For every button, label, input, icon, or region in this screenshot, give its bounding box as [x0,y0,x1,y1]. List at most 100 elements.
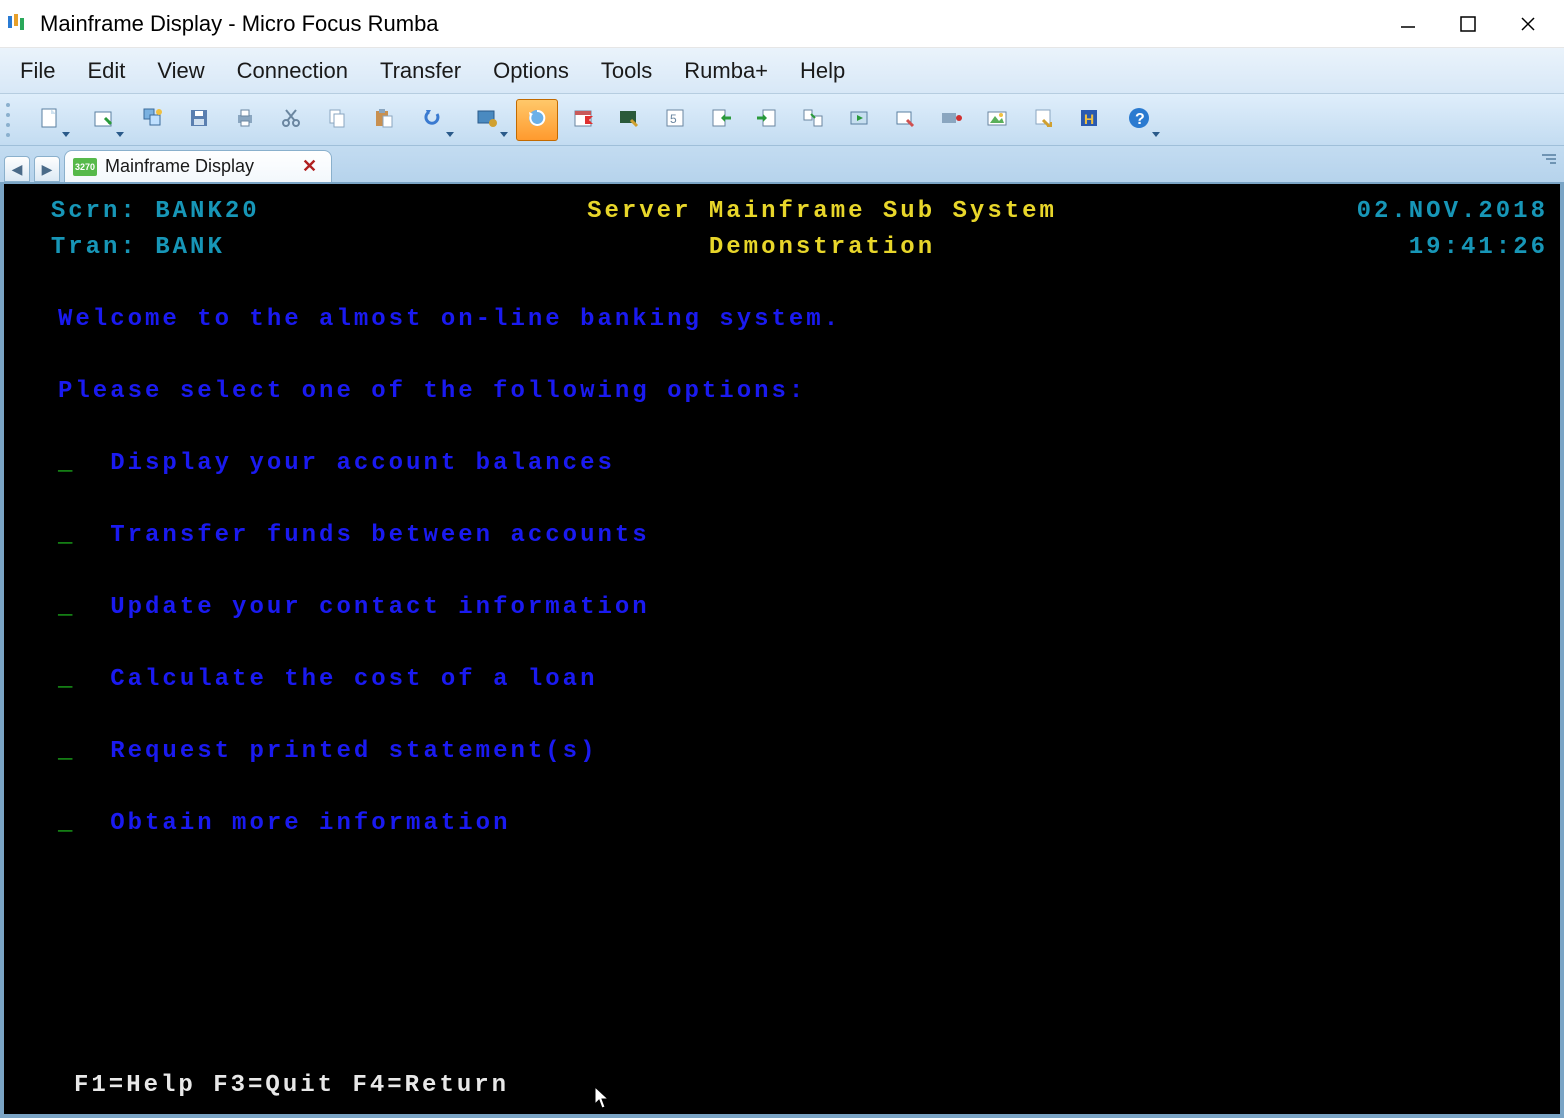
screen-settings-button[interactable] [462,99,512,141]
record-button[interactable] [930,99,972,141]
print-icon [233,106,257,133]
copy-button[interactable] [316,99,358,141]
menu-tools[interactable]: Tools [587,52,666,90]
window-arrange-icon [141,106,165,133]
undo-icon [421,106,445,133]
option-input-field[interactable]: _ [58,590,75,626]
paste-button[interactable] [362,99,404,141]
welcome-text: Welcome to the almost on-line banking sy… [16,302,1548,338]
minimize-button[interactable] [1378,0,1438,48]
keypad-button[interactable]: 5 [654,99,696,141]
menu-option: _ Obtain more information [58,806,1548,842]
svg-text:?: ? [1135,111,1145,128]
option-label: Request printed statement(s) [110,734,597,770]
cleanup-icon [1031,106,1055,133]
refresh-button[interactable] [516,99,558,141]
paste-icon [371,106,395,133]
function-keys: F1=Help F3=Quit F4=Return [74,1068,509,1104]
export-button[interactable] [746,99,788,141]
option-label: Display your account balances [110,446,615,482]
photo-icon [985,106,1009,133]
menu-edit[interactable]: Edit [73,52,139,90]
menu-view[interactable]: View [143,52,218,90]
window-title: Mainframe Display - Micro Focus Rumba [40,11,439,37]
tab-strip: ◀ ▶ 3270 Mainframe Display ✕ [0,146,1564,182]
toolbar: 5 H? [0,94,1564,146]
menubar: File Edit View Connection Transfer Optio… [0,48,1564,94]
cut-icon [279,106,303,133]
dropdown-arrow-icon [500,132,508,137]
open-recent-button[interactable] [78,99,128,141]
menu-options[interactable]: Options [479,52,583,90]
display-edit-button[interactable] [608,99,650,141]
option-input-field[interactable]: _ [58,806,75,842]
transfer-queue-icon [801,106,825,133]
calendar-flag-button[interactable] [562,99,604,141]
history-button[interactable]: H [1068,99,1110,141]
save-button[interactable] [178,99,220,141]
terminal-screen[interactable]: Scrn: BANK20 Server Mainframe Sub System… [4,184,1560,1114]
keypad-icon: 5 [663,106,687,133]
header-subtitle: Demonstration [396,230,1248,266]
tab-overflow-icon[interactable] [1540,154,1556,170]
toolbar-grip[interactable] [6,100,16,140]
display-edit-icon [617,106,641,133]
window-arrange-button[interactable] [132,99,174,141]
menu-option: _ Request printed statement(s) [58,734,1548,770]
option-input-field[interactable]: _ [58,446,75,482]
macro-play-icon [847,106,871,133]
option-label: Obtain more information [110,806,510,842]
history-icon: H [1077,106,1101,133]
option-input-field[interactable]: _ [58,662,75,698]
record-icon [939,106,963,133]
transfer-queue-button[interactable] [792,99,834,141]
copy-icon [325,106,349,133]
menu-option: _ Transfer funds between accounts [58,518,1548,554]
calendar-flag-icon [571,106,595,133]
menu-file[interactable]: File [6,52,69,90]
header-title: Server Mainframe Sub System [396,194,1248,230]
cut-button[interactable] [270,99,312,141]
option-label: Transfer funds between accounts [110,518,649,554]
menu-option: _ Calculate the cost of a loan [58,662,1548,698]
mouse-cursor-icon [594,1086,610,1110]
menu-connection[interactable]: Connection [223,52,362,90]
close-button[interactable] [1498,0,1558,48]
dropdown-arrow-icon [62,132,70,137]
screen-settings-icon [475,106,499,133]
tran-value: BANK [155,234,225,261]
tran-label: Tran: [51,234,138,261]
tab-prev-button[interactable]: ◀ [4,156,30,182]
refresh-icon [525,106,549,133]
help-icon: ? [1127,106,1151,133]
dropdown-arrow-icon [1152,132,1160,137]
print-button[interactable] [224,99,266,141]
menu-option: _ Display your account balances [58,446,1548,482]
header-date: 02.NOV.2018 [1248,194,1548,230]
terminal-frame: Scrn: BANK20 Server Mainframe Sub System… [0,182,1564,1118]
save-icon [187,106,211,133]
scrn-value: BANK20 [155,198,259,225]
photo-button[interactable] [976,99,1018,141]
window-titlebar: Mainframe Display - Micro Focus Rumba [0,0,1564,48]
session-tab[interactable]: 3270 Mainframe Display ✕ [64,150,332,182]
cleanup-button[interactable] [1022,99,1064,141]
menu-rumba-plus[interactable]: Rumba+ [670,52,782,90]
menu-option: _ Update your contact information [58,590,1548,626]
open-recent-icon [91,106,115,133]
dropdown-arrow-icon [446,132,454,137]
option-input-field[interactable]: _ [58,518,75,554]
tab-close-icon[interactable]: ✕ [302,156,317,177]
macro-play-button[interactable] [838,99,880,141]
maximize-button[interactable] [1438,0,1498,48]
macro-edit-button[interactable] [884,99,926,141]
menu-transfer[interactable]: Transfer [366,52,475,90]
menu-help[interactable]: Help [786,52,859,90]
tab-next-button[interactable]: ▶ [34,156,60,182]
undo-button[interactable] [408,99,458,141]
prompt-text: Please select one of the following optio… [16,374,1548,410]
new-document-button[interactable] [24,99,74,141]
help-button[interactable]: ? [1114,99,1164,141]
import-button[interactable] [700,99,742,141]
option-input-field[interactable]: _ [58,734,75,770]
